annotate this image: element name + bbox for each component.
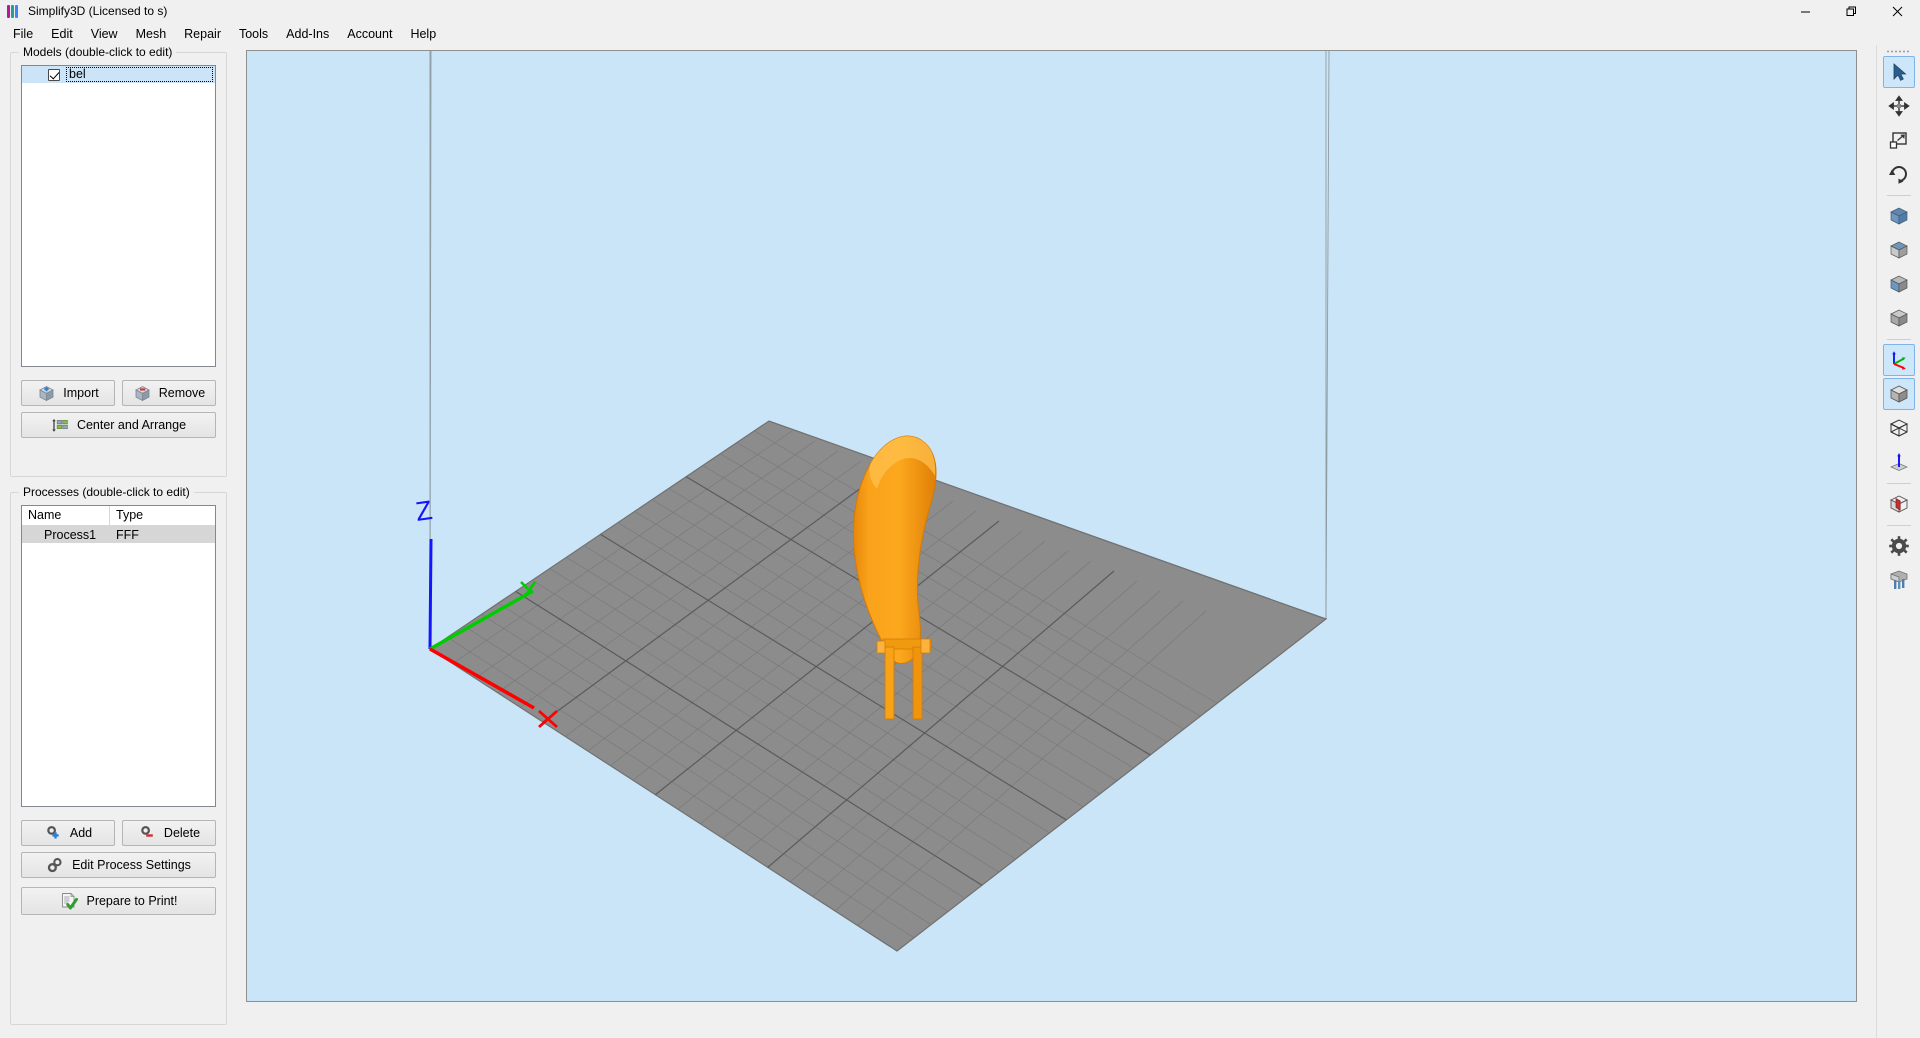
toolbar-separator-1 bbox=[1887, 195, 1911, 196]
scale-tool[interactable] bbox=[1883, 124, 1915, 156]
import-cube-icon bbox=[39, 385, 55, 401]
process-name: Process1 bbox=[44, 527, 97, 542]
arrange-icon bbox=[52, 418, 68, 432]
column-header-type: Type bbox=[116, 508, 144, 522]
wireframe-cube-icon bbox=[1889, 419, 1909, 437]
settings[interactable] bbox=[1883, 530, 1915, 562]
move-tool[interactable] bbox=[1883, 90, 1915, 122]
add-process-label: Add bbox=[69, 826, 93, 840]
menu-repair[interactable]: Repair bbox=[175, 24, 230, 44]
view-front[interactable] bbox=[1883, 234, 1915, 266]
menu-view[interactable]: View bbox=[82, 24, 127, 44]
scale-icon bbox=[1889, 132, 1907, 149]
supports[interactable] bbox=[1883, 564, 1915, 596]
cursor-arrow-icon bbox=[1893, 63, 1907, 81]
center-and-arrange-button[interactable]: Center and Arrange bbox=[21, 412, 216, 438]
rotate-tool[interactable] bbox=[1883, 158, 1915, 190]
toolbar-separator-4 bbox=[1887, 525, 1911, 526]
menu-edit[interactable]: Edit bbox=[42, 24, 82, 44]
menu-account[interactable]: Account bbox=[338, 24, 401, 44]
add-process-button[interactable]: Add bbox=[21, 820, 115, 846]
minimize-button[interactable] bbox=[1782, 0, 1828, 22]
remove-button-label: Remove bbox=[158, 386, 206, 400]
left-panel: Models (double-click to edit) bel Import bbox=[0, 45, 237, 1038]
menu-tools[interactable]: Tools bbox=[230, 24, 277, 44]
delete-gear-icon bbox=[141, 825, 153, 837]
window-title: Simplify3D (Licensed to s) bbox=[28, 4, 168, 18]
model-name-field[interactable]: bel bbox=[66, 67, 213, 82]
cube-gray-front-icon bbox=[1890, 241, 1908, 259]
simplify3d-logo-icon bbox=[7, 4, 20, 18]
gear-icon bbox=[1889, 536, 1909, 556]
bed-normal-icon bbox=[1890, 453, 1908, 471]
models-group: Models (double-click to edit) bel Import bbox=[10, 45, 227, 477]
axes-icon bbox=[1892, 351, 1906, 370]
select-tool[interactable] bbox=[1883, 56, 1915, 88]
cube-blue-top-icon bbox=[1890, 207, 1908, 225]
processes-group: Processes (double-click to edit) Name Ty… bbox=[10, 485, 227, 1025]
3d-viewport[interactable]: Z bbox=[246, 50, 1857, 1002]
gears-icon bbox=[47, 857, 62, 872]
processes-table-header: Name Type bbox=[22, 506, 215, 526]
cube-gray-back-icon bbox=[1890, 309, 1908, 327]
shading-wireframe[interactable] bbox=[1883, 412, 1915, 444]
toggle-axes[interactable] bbox=[1883, 344, 1915, 376]
toolbar-separator-2 bbox=[1887, 339, 1911, 340]
menu-add-ins[interactable]: Add-Ins bbox=[277, 24, 338, 44]
processes-list[interactable]: Name Type Process1 FFF bbox=[21, 505, 216, 807]
edit-process-settings-button[interactable]: Edit Process Settings bbox=[21, 852, 216, 878]
maximize-button[interactable] bbox=[1828, 0, 1874, 22]
supports-icon bbox=[1890, 570, 1908, 589]
view-back[interactable] bbox=[1883, 302, 1915, 334]
cube-blue-side-icon bbox=[1890, 275, 1908, 293]
title-bar: Simplify3D (Licensed to s) bbox=[0, 0, 1920, 22]
center-and-arrange-label: Center and Arrange bbox=[76, 418, 187, 432]
view-side[interactable] bbox=[1883, 268, 1915, 300]
menu-help[interactable]: Help bbox=[401, 24, 445, 44]
cross-section-cube-icon bbox=[1889, 495, 1909, 513]
add-gear-icon bbox=[47, 825, 59, 838]
models-list[interactable]: bel bbox=[21, 65, 216, 367]
close-button[interactable] bbox=[1874, 0, 1920, 22]
z-axis bbox=[428, 538, 433, 650]
toolbar-separator-3 bbox=[1887, 483, 1911, 484]
menu-file[interactable]: File bbox=[4, 24, 42, 44]
menu-mesh[interactable]: Mesh bbox=[127, 24, 176, 44]
delete-process-button[interactable]: Delete bbox=[122, 820, 216, 846]
delete-process-label: Delete bbox=[163, 826, 201, 840]
viewport-scene: Z bbox=[247, 51, 1856, 1001]
model-checkbox[interactable] bbox=[48, 68, 60, 81]
prepare-to-print-button[interactable]: Prepare to Print! bbox=[21, 887, 216, 915]
list-item[interactable]: bel bbox=[22, 66, 215, 83]
remove-button[interactable]: Remove bbox=[122, 380, 216, 406]
drag-grip-icon[interactable] bbox=[1886, 48, 1912, 55]
right-toolbar bbox=[1876, 45, 1920, 1038]
processes-group-title: Processes (double-click to edit) bbox=[19, 485, 194, 499]
import-button-label: Import bbox=[63, 386, 99, 400]
edit-process-settings-label: Edit Process Settings bbox=[72, 858, 191, 872]
process-type: FFF bbox=[116, 527, 139, 542]
table-row[interactable]: Process1 FFF bbox=[22, 526, 215, 543]
import-button[interactable]: Import bbox=[21, 380, 115, 406]
view-isometric[interactable] bbox=[1883, 200, 1915, 232]
prepare-to-print-label: Prepare to Print! bbox=[86, 894, 178, 908]
solid-cube-icon bbox=[1890, 385, 1908, 403]
models-group-title: Models (double-click to edit) bbox=[19, 45, 177, 59]
move-arrows-icon bbox=[1888, 95, 1910, 117]
prepare-check-icon bbox=[62, 892, 79, 910]
window-controls bbox=[1782, 0, 1920, 22]
menu-bar: File Edit View Mesh Repair Tools Add-Ins… bbox=[0, 22, 1920, 45]
remove-cube-icon bbox=[134, 385, 150, 401]
column-header-name: Name bbox=[22, 506, 110, 525]
rotate-icon bbox=[1889, 166, 1907, 184]
shading-solid[interactable] bbox=[1883, 378, 1915, 410]
toggle-bed[interactable] bbox=[1883, 446, 1915, 478]
cross-section[interactable] bbox=[1883, 488, 1915, 520]
